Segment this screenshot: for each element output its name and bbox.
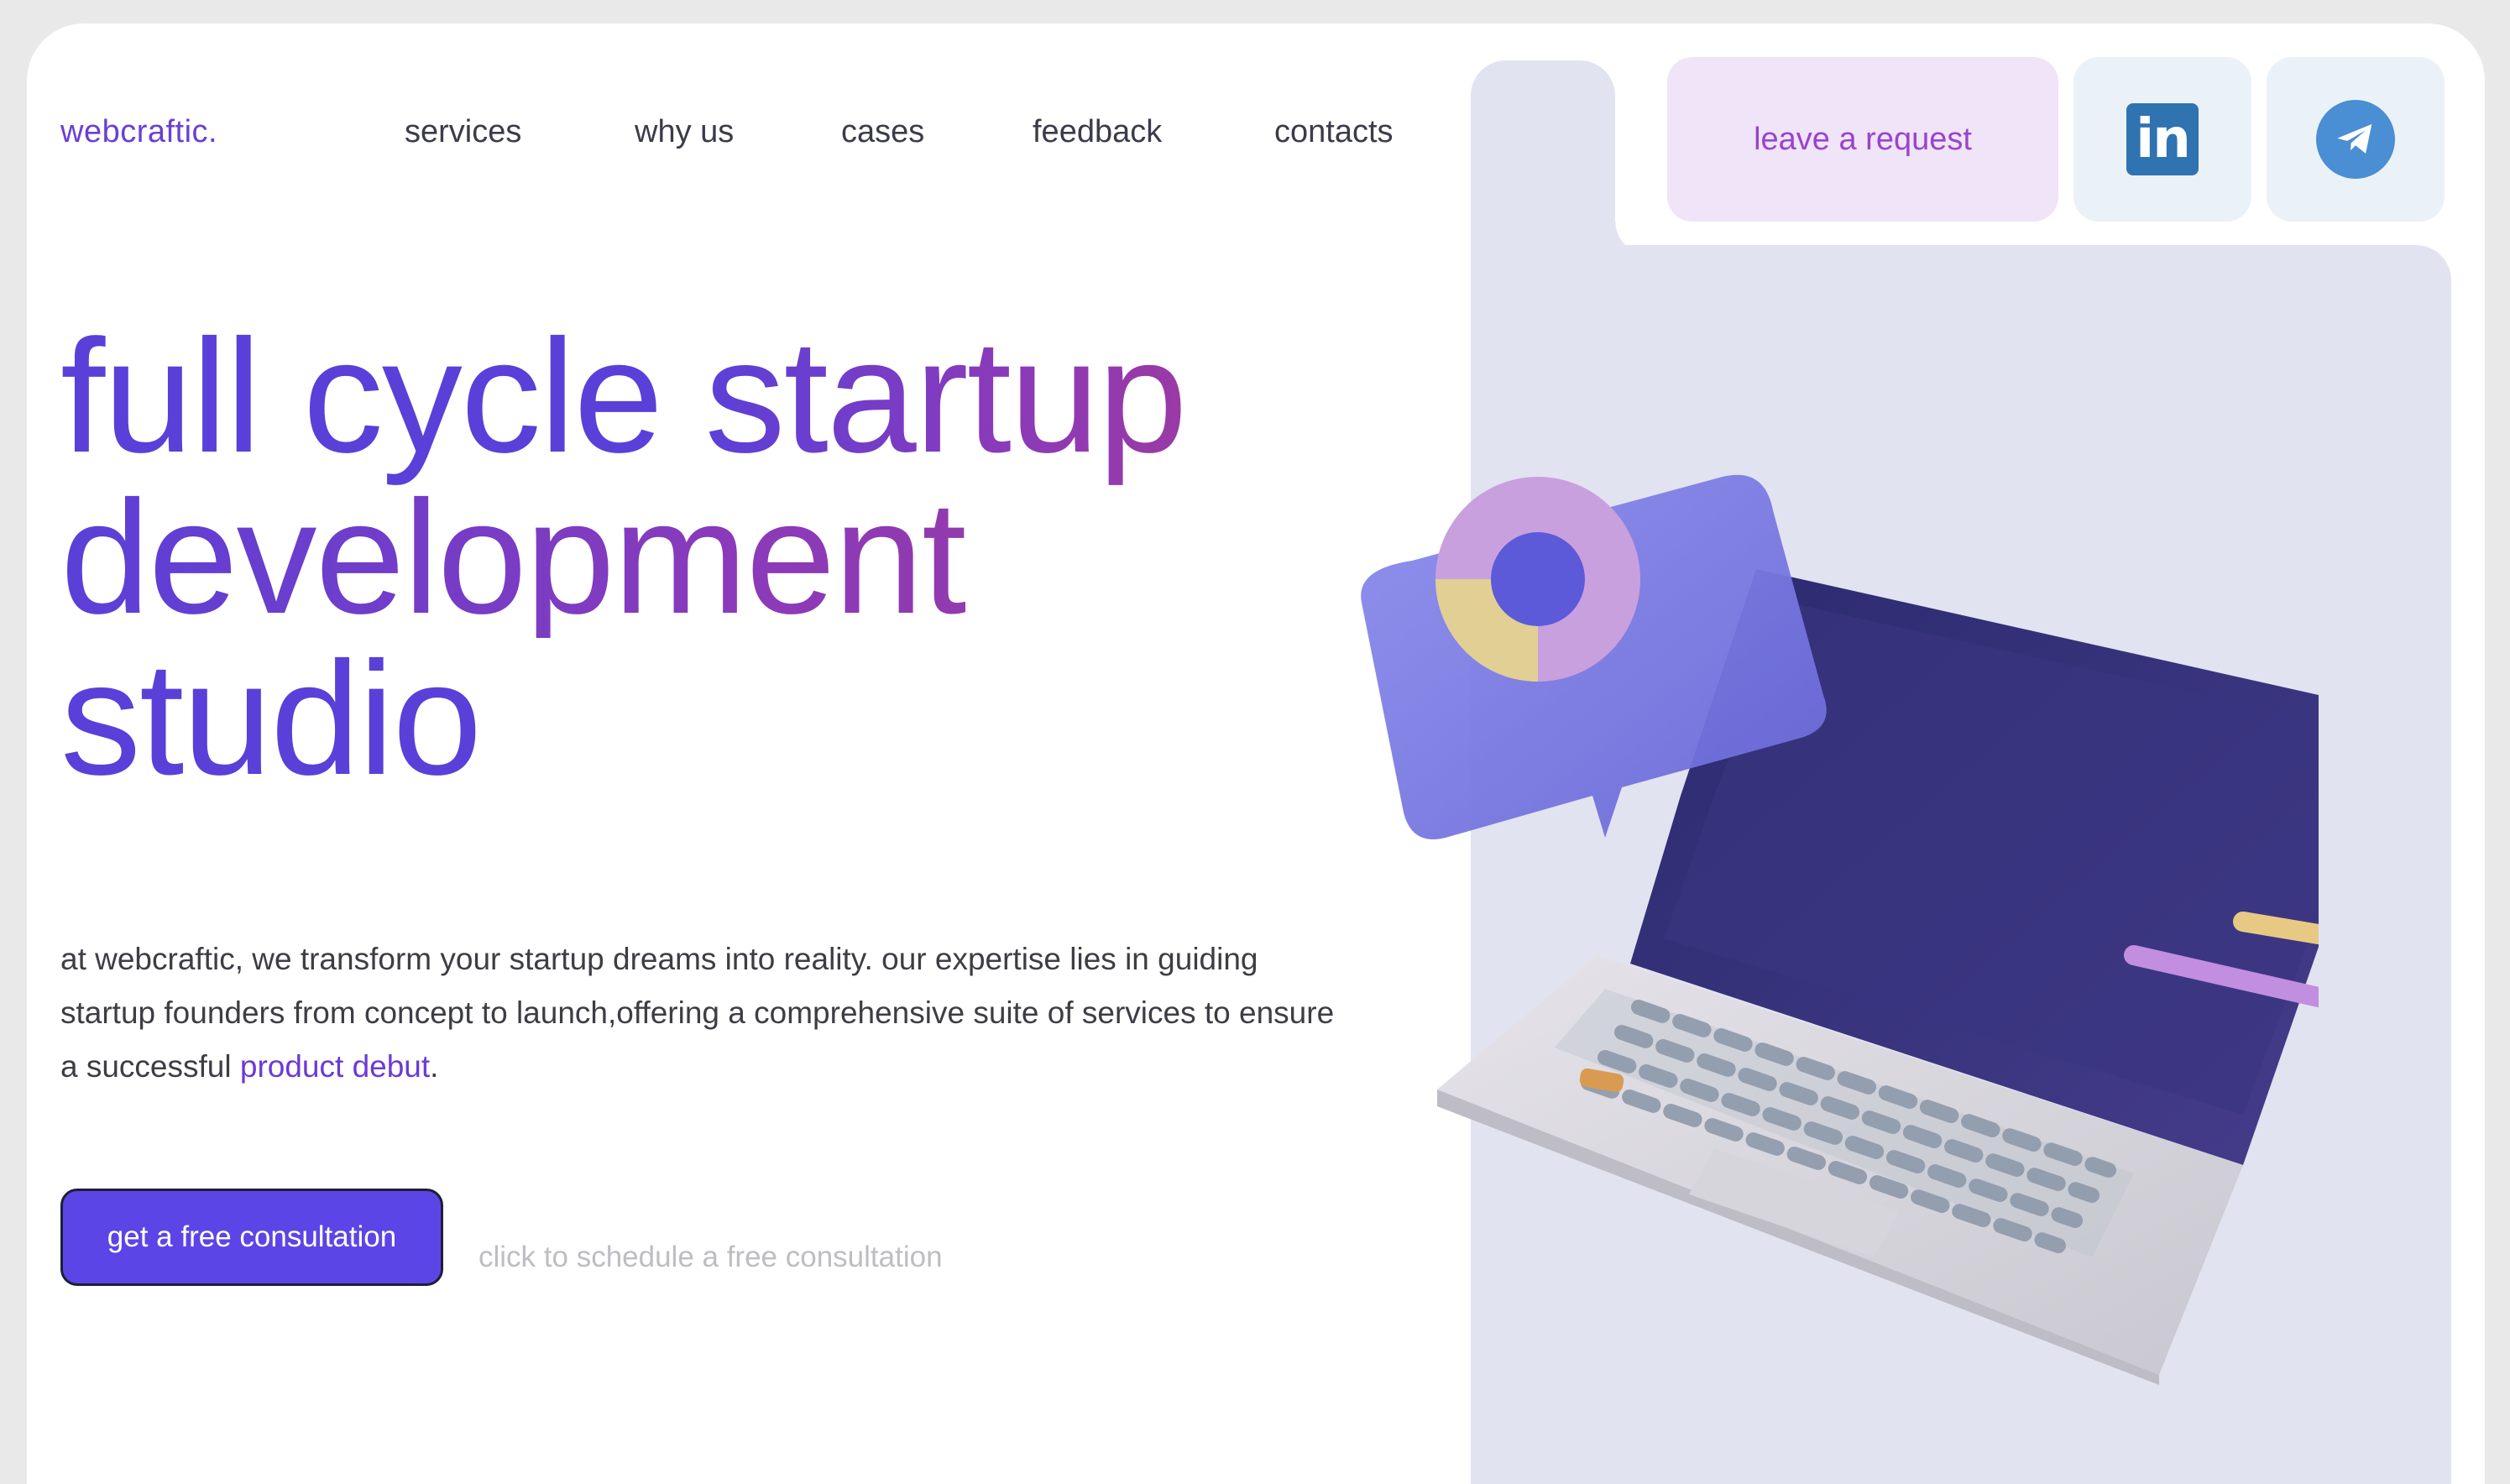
- donut-chart-hole: [1491, 532, 1585, 626]
- logo[interactable]: webcraftic.: [60, 114, 217, 150]
- nav-item-why-us[interactable]: why us: [635, 114, 734, 150]
- hero-panel-corner: [1615, 222, 1649, 255]
- hero-description-end: .: [430, 1049, 439, 1084]
- headline-part-startup: startup: [704, 306, 1188, 486]
- free-consultation-button[interactable]: get a free consultation: [60, 1189, 443, 1286]
- hero-headline: full cycle startup development studio: [60, 316, 1188, 808]
- nav-item-cases[interactable]: cases: [841, 114, 924, 150]
- headline-part-full-cycle: full cycle: [60, 306, 663, 486]
- nav-item-services[interactable]: services: [405, 114, 521, 150]
- cta-hint: click to schedule a free consultation: [478, 1241, 943, 1273]
- linkedin-icon: in: [2126, 103, 2199, 175]
- headline-part-development: development: [60, 477, 1186, 638]
- leave-request-button[interactable]: leave a request: [1667, 57, 2058, 222]
- telegram-button[interactable]: [2267, 57, 2445, 222]
- hero-description: at webcraftic, we transform your startup…: [60, 933, 1353, 1094]
- yellow-bar: [2233, 912, 2319, 944]
- telegram-icon: [2316, 100, 2395, 179]
- product-debut-highlight: product debut: [239, 1049, 431, 1084]
- nav-item-feedback[interactable]: feedback: [1033, 114, 1162, 150]
- headline-part-studio: studio: [60, 628, 482, 808]
- nav-item-contacts[interactable]: contacts: [1274, 114, 1394, 150]
- page: webcraftic. services why us cases feedba…: [27, 24, 2485, 1484]
- leave-request-label: leave a request: [1754, 121, 1972, 157]
- linkedin-button[interactable]: in: [2073, 57, 2251, 222]
- laptop-chart-illustration: [1361, 474, 2319, 1385]
